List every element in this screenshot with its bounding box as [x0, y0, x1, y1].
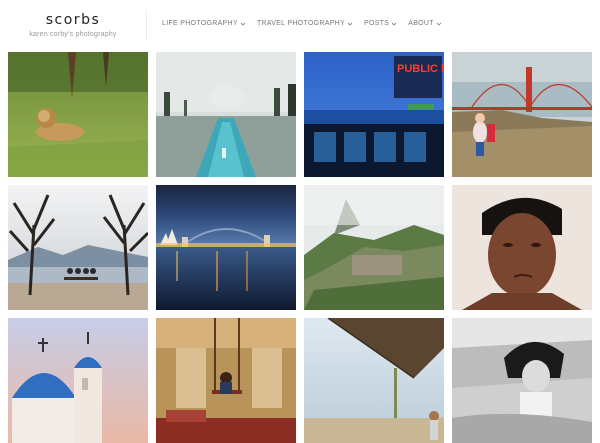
photo-sydney-harbour-bridge-night[interactable]: [156, 185, 296, 310]
site-header: scorbs karen corby's photography LIFE PH…: [0, 0, 600, 50]
photo-man-portrait[interactable]: [452, 185, 592, 310]
photo-thatched-umbrella-beach[interactable]: [304, 318, 444, 443]
nav-posts[interactable]: POSTS: [364, 20, 397, 27]
photo-machu-picchu[interactable]: [304, 185, 444, 310]
nav-label: ABOUT: [408, 20, 434, 27]
site-tagline: karen corby's photography: [29, 31, 117, 38]
nav-label: LIFE PHOTOGRAPHY: [162, 20, 238, 27]
photo-santorini-blue-dome[interactable]: [8, 318, 148, 443]
photo-public-market-sign[interactable]: PUBLIC MARKET: [304, 52, 444, 177]
nav-label: POSTS: [363, 20, 390, 27]
market-sign-text: PUBLIC MARKET: [397, 63, 444, 75]
nav-about[interactable]: ABOUT: [408, 20, 442, 27]
chevron-down-icon: [347, 21, 353, 27]
chevron-down-icon: [391, 21, 397, 27]
chevron-down-icon: [436, 21, 442, 27]
photo-taj-mahal-reflecting-pool[interactable]: [156, 52, 296, 177]
nav-label: TRAVEL PHOTOGRAPHY: [256, 20, 345, 27]
nav-life-photography[interactable]: LIFE PHOTOGRAPHY: [162, 20, 246, 27]
chevron-down-icon: [240, 21, 246, 27]
photo-swing-in-ornate-room[interactable]: [156, 318, 296, 443]
nav-travel-photography[interactable]: TRAVEL PHOTOGRAPHY: [257, 20, 353, 27]
main-nav: LIFE PHOTOGRAPHY TRAVEL PHOTOGRAPHY POST…: [162, 20, 442, 27]
header-divider: [146, 10, 147, 40]
photo-golden-gate-bridge-child[interactable]: [452, 52, 592, 177]
photo-lion-in-grass[interactable]: [8, 52, 148, 177]
photo-bench-between-trees[interactable]: [8, 185, 148, 310]
photo-girl-on-beach[interactable]: [452, 318, 592, 443]
site-title[interactable]: scorbs: [14, 12, 132, 28]
site-branding[interactable]: scorbs karen corby's photography: [14, 12, 132, 38]
